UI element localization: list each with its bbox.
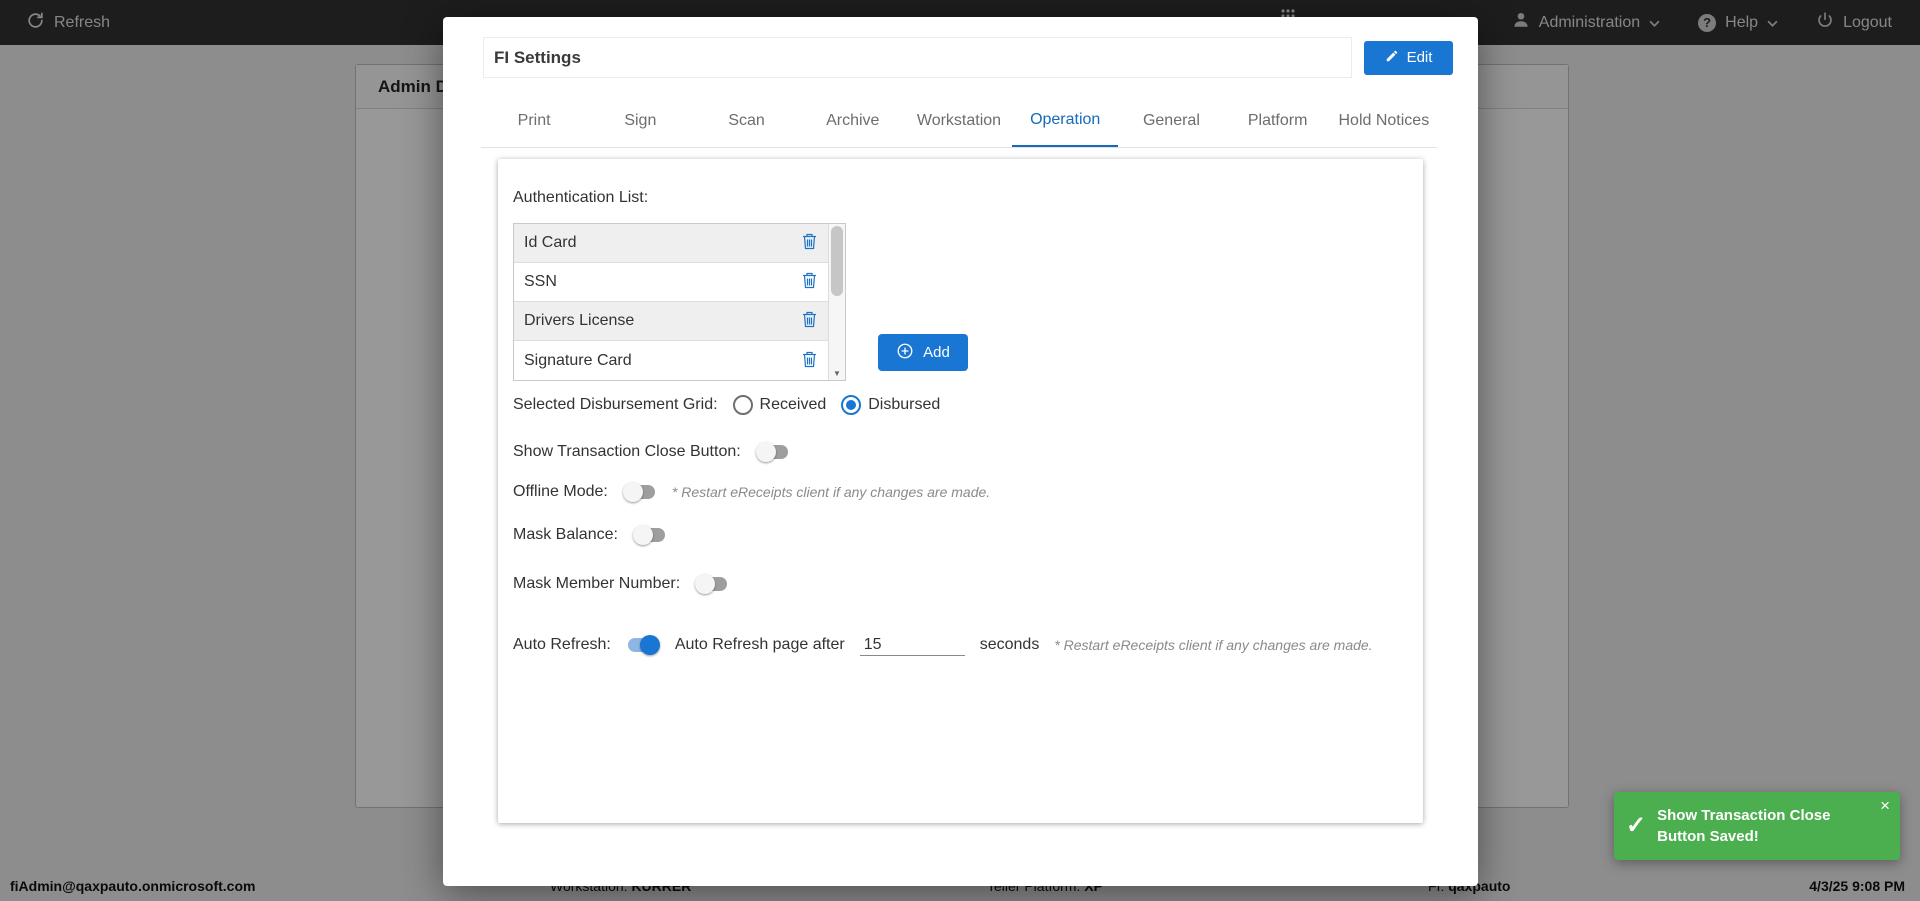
operation-settings-card: Authentication List: Id Card SSN Drivers… bbox=[498, 159, 1423, 823]
tab-hold-notices[interactable]: Hold Notices bbox=[1331, 94, 1437, 147]
modal-header: FI Settings Edit bbox=[483, 37, 1453, 78]
tab-scan[interactable]: Scan bbox=[693, 94, 799, 147]
pencil-icon bbox=[1385, 49, 1399, 67]
delete-ssn-button[interactable] bbox=[798, 270, 821, 294]
tab-print[interactable]: Print bbox=[481, 94, 587, 147]
radio-received-circle[interactable] bbox=[732, 395, 753, 415]
radio-disbursed-circle[interactable] bbox=[841, 395, 862, 415]
disbursement-grid-row: Selected Disbursement Grid: Received Dis… bbox=[513, 390, 1408, 420]
check-icon: ✓ bbox=[1626, 812, 1647, 839]
authentication-list-label: Authentication List: bbox=[513, 189, 649, 206]
radio-received[interactable]: Received bbox=[732, 395, 826, 415]
trash-icon bbox=[802, 272, 817, 292]
mask-balance-row: Mask Balance: bbox=[513, 520, 1408, 550]
delete-drivers-license-button[interactable] bbox=[798, 309, 821, 333]
mask-member-number-toggle[interactable] bbox=[695, 574, 729, 594]
auto-refresh-text-after: seconds bbox=[979, 636, 1040, 653]
modal-title: FI Settings bbox=[483, 37, 1352, 78]
authentication-list: Id Card SSN Drivers License Signature Ca… bbox=[513, 223, 846, 381]
mask-member-number-row: Mask Member Number: bbox=[513, 569, 1408, 599]
trash-icon bbox=[802, 233, 817, 253]
screen: Refresh Administration ? Help Logout Adm… bbox=[0, 0, 1920, 901]
scrollbar-thumb[interactable] bbox=[831, 226, 843, 296]
auto-refresh-note: * Restart eReceipts client if any change… bbox=[1054, 637, 1373, 653]
show-transaction-close-toggle[interactable] bbox=[755, 442, 790, 462]
list-item[interactable]: Signature Card bbox=[514, 341, 828, 380]
plus-circle-icon bbox=[896, 342, 914, 364]
toast-close-icon[interactable]: × bbox=[1880, 796, 1890, 816]
tab-operation[interactable]: Operation bbox=[1012, 94, 1119, 147]
auto-refresh-toggle[interactable] bbox=[626, 635, 660, 655]
edit-button[interactable]: Edit bbox=[1364, 40, 1453, 75]
auto-refresh-text-before: Auto Refresh page after bbox=[674, 636, 845, 653]
list-item[interactable]: SSN bbox=[514, 263, 828, 302]
settings-tabs: Print Sign Scan Archive Workstation Oper… bbox=[481, 94, 1437, 148]
delete-id-card-button[interactable] bbox=[798, 231, 821, 255]
auto-refresh-label: Auto Refresh: bbox=[513, 636, 611, 653]
toast-message: Show Transaction Close Button Saved! bbox=[1657, 807, 1831, 845]
auto-refresh-row: Auto Refresh: Auto Refresh page after se… bbox=[513, 630, 1408, 660]
tab-workstation[interactable]: Workstation bbox=[906, 94, 1012, 147]
tab-sign[interactable]: Sign bbox=[587, 94, 693, 147]
success-toast: ✓ Show Transaction Close Button Saved! × bbox=[1614, 792, 1900, 860]
authentication-list-rows: Id Card SSN Drivers License Signature Ca… bbox=[514, 224, 828, 380]
tab-general[interactable]: General bbox=[1118, 94, 1224, 147]
offline-mode-note: * Restart eReceipts client if any change… bbox=[671, 484, 991, 500]
mask-balance-label: Mask Balance: bbox=[513, 526, 618, 543]
list-scrollbar[interactable]: ▼ bbox=[828, 224, 845, 380]
add-button[interactable]: Add bbox=[878, 334, 968, 371]
disbursement-grid-label: Selected Disbursement Grid: bbox=[513, 396, 718, 413]
offline-mode-label: Offline Mode: bbox=[513, 483, 608, 500]
scrollbar-down-arrow[interactable]: ▼ bbox=[829, 368, 845, 380]
show-transaction-close-label: Show Transaction Close Button: bbox=[513, 443, 741, 460]
delete-signature-card-button[interactable] bbox=[798, 349, 821, 373]
list-item[interactable]: Id Card bbox=[514, 224, 828, 263]
tab-platform[interactable]: Platform bbox=[1225, 94, 1331, 147]
offline-mode-toggle[interactable] bbox=[622, 482, 657, 502]
tab-archive[interactable]: Archive bbox=[800, 94, 906, 147]
trash-icon bbox=[802, 311, 817, 331]
list-item[interactable]: Drivers License bbox=[514, 302, 828, 341]
fi-settings-modal: FI Settings Edit Print Sign Scan Archive… bbox=[443, 17, 1478, 886]
auto-refresh-seconds-input[interactable] bbox=[859, 634, 965, 656]
radio-disbursed[interactable]: Disbursed bbox=[841, 395, 940, 415]
offline-mode-row: Offline Mode: * Restart eReceipts client… bbox=[513, 477, 1408, 507]
mask-member-number-label: Mask Member Number: bbox=[513, 575, 681, 592]
show-transaction-close-row: Show Transaction Close Button: bbox=[513, 437, 1408, 467]
trash-icon bbox=[802, 351, 817, 371]
mask-balance-toggle[interactable] bbox=[632, 525, 667, 545]
